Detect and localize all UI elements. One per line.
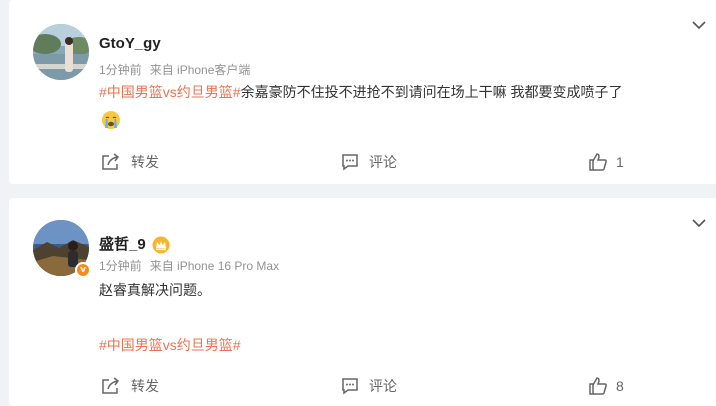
username[interactable]: 盛哲_9 xyxy=(99,233,170,254)
repost-button[interactable]: 转发 xyxy=(101,151,159,173)
post-actions: 转发 评论 1 xyxy=(9,151,716,173)
verified-badge-icon: v xyxy=(75,262,91,278)
crying-face-emoji-icon xyxy=(101,110,121,134)
comment-icon xyxy=(342,378,358,395)
repost-label: 转发 xyxy=(131,154,159,170)
post-source: 来自 iPhone客户端 xyxy=(149,63,251,77)
share-icon xyxy=(102,153,120,170)
username-text: 盛哲_9 xyxy=(99,236,146,253)
post-actions: 转发 评论 8 xyxy=(9,375,716,397)
post-source: 来自 iPhone 16 Pro Max xyxy=(149,259,280,273)
hashtag-link[interactable]: #中国男篮vs约旦男篮# xyxy=(99,84,241,100)
like-count: 1 xyxy=(616,154,624,170)
avatar[interactable] xyxy=(33,24,89,80)
post-body: 余嘉豪防不住投不进抢不到请问在场上干嘛 我都要变成喷子了 xyxy=(240,84,623,100)
comment-button[interactable]: 评论 xyxy=(341,151,397,173)
comment-icon xyxy=(342,154,358,171)
post-meta: 1分钟前 来自 iPhone 16 Pro Max xyxy=(99,257,279,274)
post-meta: 1分钟前 来自 iPhone客户端 xyxy=(99,61,250,78)
username[interactable]: GtoY_gy xyxy=(99,35,161,52)
hashtag-link[interactable]: #中国男篮vs约旦男篮# xyxy=(99,337,241,353)
like-button[interactable]: 1 xyxy=(588,151,624,173)
thumbs-up-icon xyxy=(589,153,607,171)
crown-badge-icon xyxy=(152,236,170,254)
post-card: GtoY_gy 1分钟前 来自 iPhone客户端 #中国男篮vs约旦男篮#余嘉豪… xyxy=(9,0,716,184)
comment-button[interactable]: 评论 xyxy=(341,375,397,397)
repost-button[interactable]: 转发 xyxy=(101,375,159,397)
like-button[interactable]: 8 xyxy=(588,375,624,397)
comment-label: 评论 xyxy=(369,154,397,170)
share-icon xyxy=(102,377,120,394)
post-hashtag-line: #中国男篮vs约旦男篮# xyxy=(99,335,241,355)
post-text: #中国男篮vs约旦男篮#余嘉豪防不住投不进抢不到请问在场上干嘛 我都要变成喷子了 xyxy=(99,82,622,102)
post-card: v 盛哲_9 1分钟前 来自 iPhone 16 Pro Max 赵睿真解决问题。… xyxy=(9,198,716,406)
comment-label: 评论 xyxy=(369,378,397,394)
thumbs-up-icon xyxy=(589,377,607,395)
repost-label: 转发 xyxy=(131,378,159,394)
chevron-down-icon[interactable] xyxy=(692,20,706,30)
post-time[interactable]: 1分钟前 xyxy=(99,259,142,273)
post-time[interactable]: 1分钟前 xyxy=(99,63,142,77)
like-count: 8 xyxy=(616,378,624,394)
comment-feed: GtoY_gy 1分钟前 来自 iPhone客户端 #中国男篮vs约旦男篮#余嘉豪… xyxy=(0,0,716,406)
post-body: 赵睿真解决问题。 xyxy=(99,282,211,298)
chevron-down-icon[interactable] xyxy=(692,218,706,228)
